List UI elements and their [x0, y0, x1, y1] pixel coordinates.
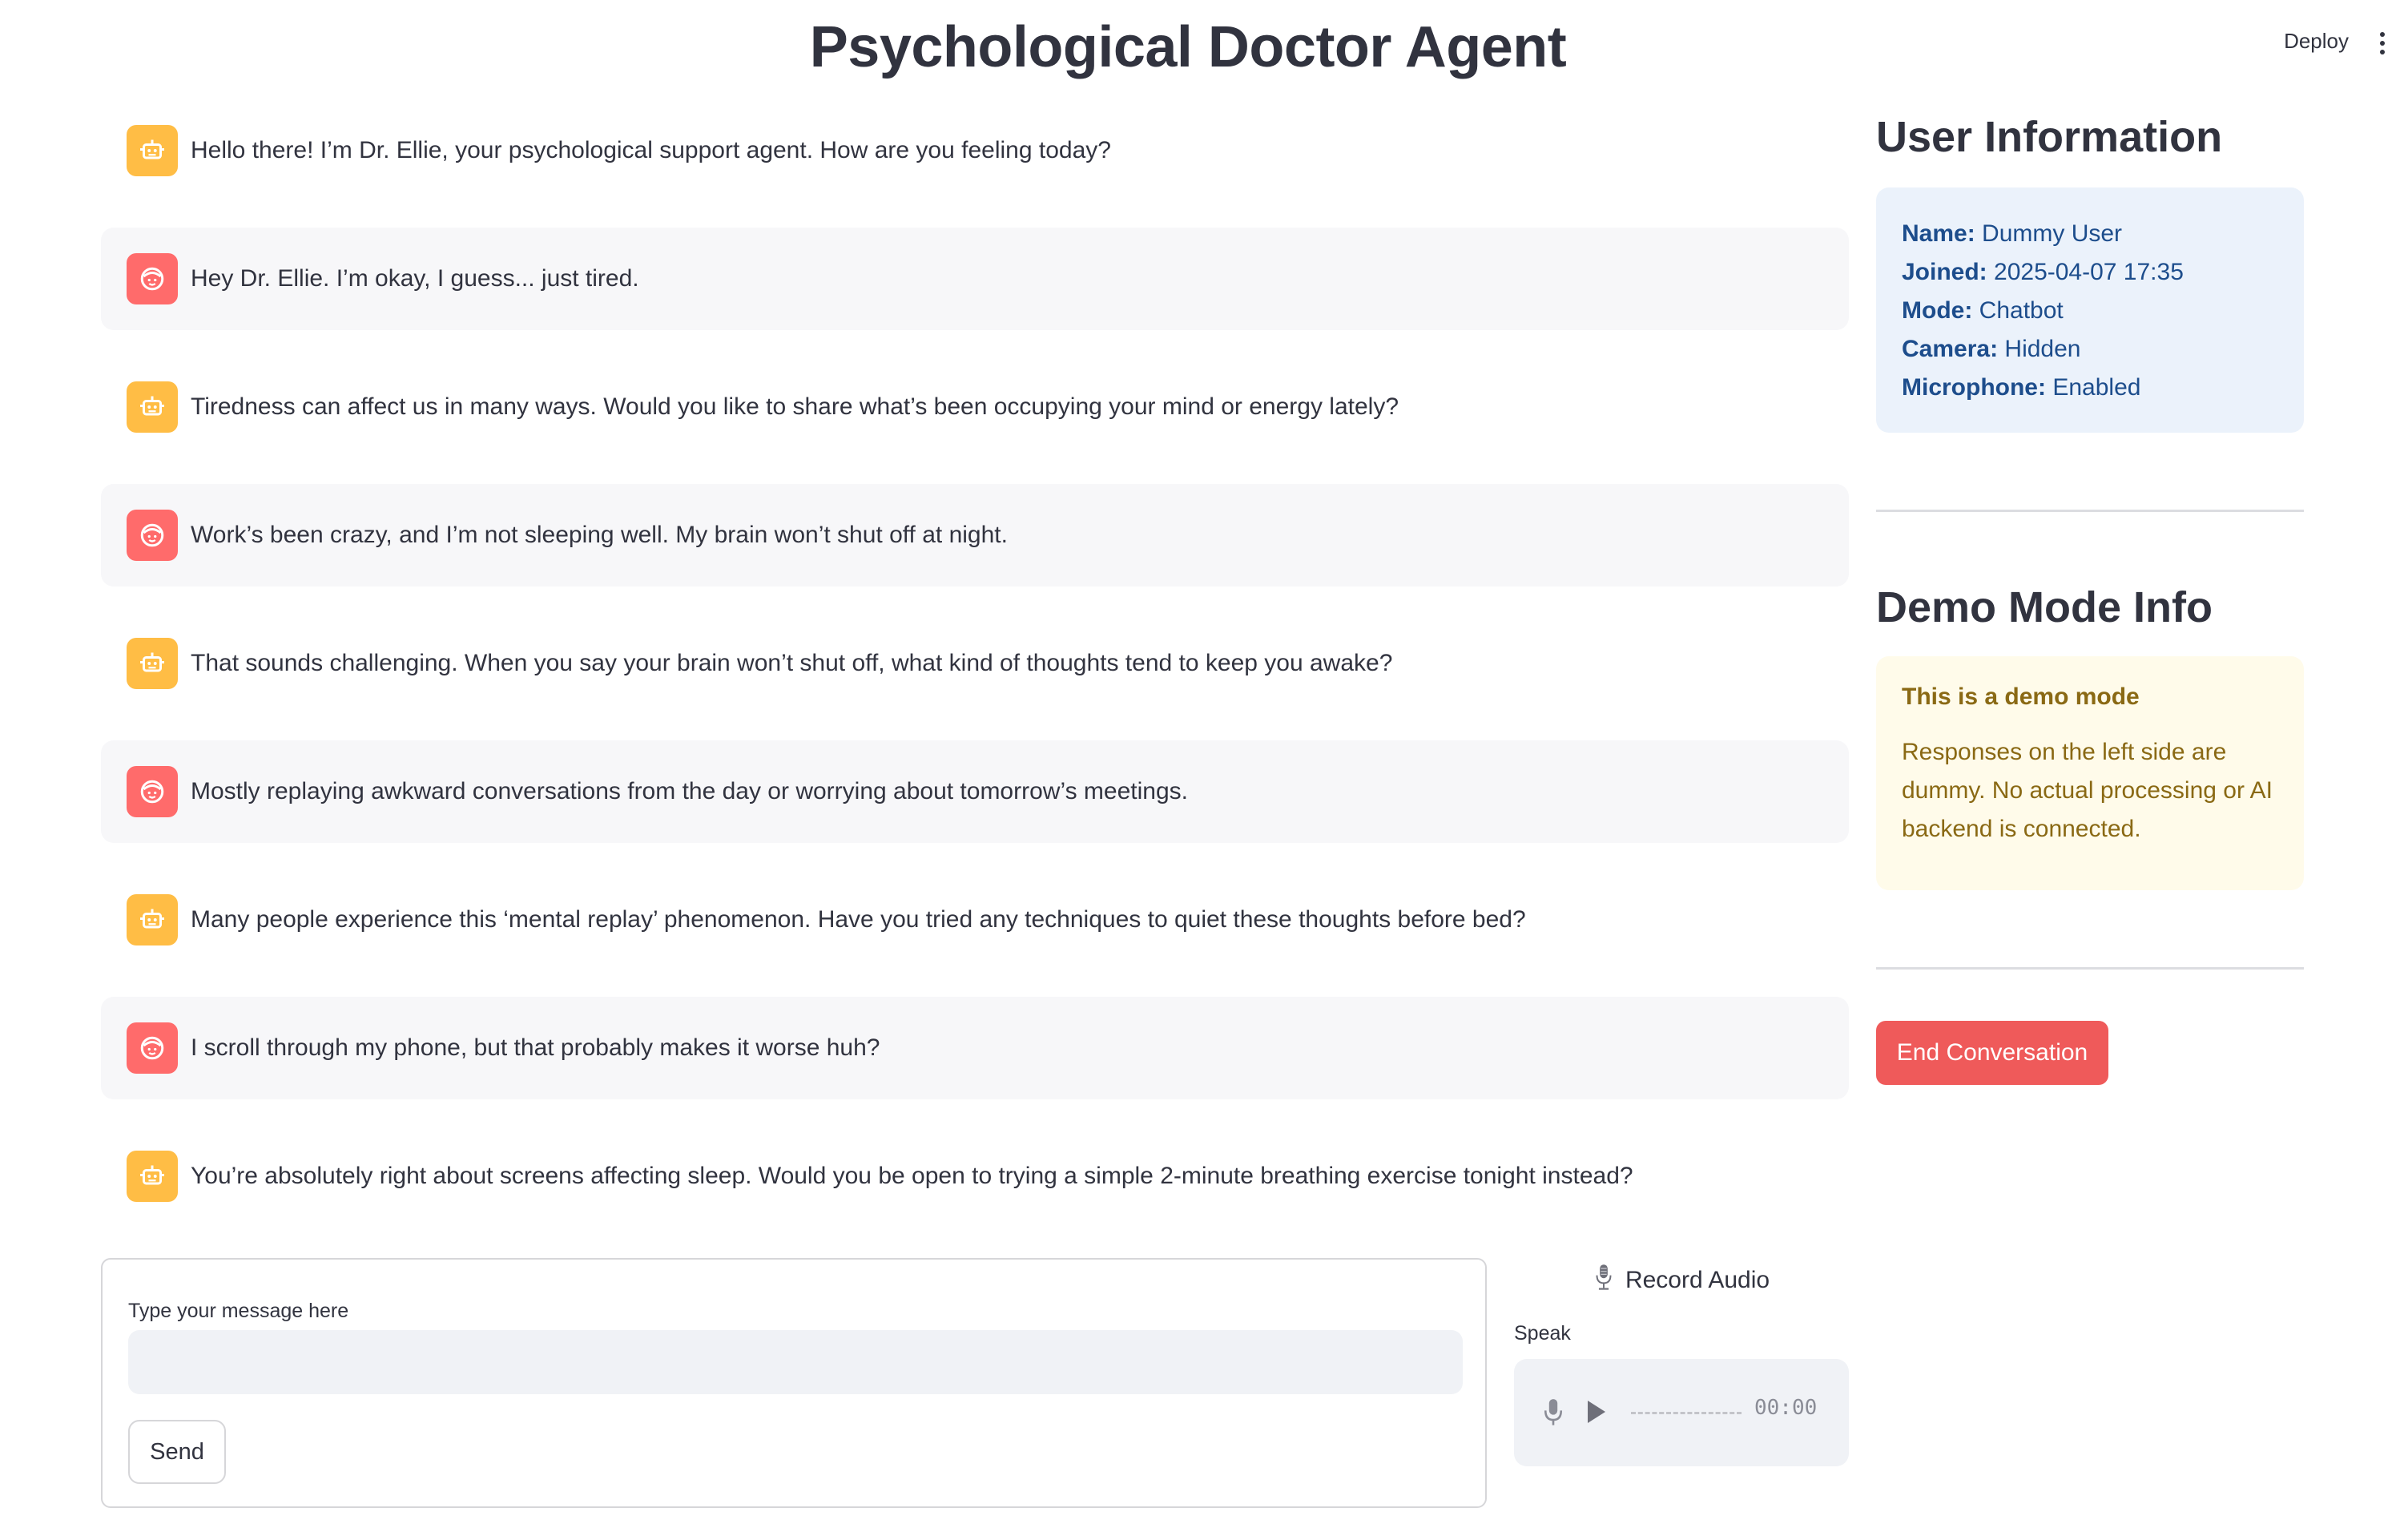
user-face-icon	[127, 1022, 178, 1074]
sidebar: User Information Name: Dummy User Joined…	[1876, 112, 2304, 1085]
message-text: Many people experience this ‘mental repl…	[191, 906, 1526, 933]
demo-text: Responses on the left side are dummy. No…	[1902, 739, 2273, 842]
robot-face-icon	[127, 894, 178, 945]
user-info-mode: Mode: Chatbot	[1902, 297, 2064, 324]
message-text: Hello there! I’m Dr. Ellie, your psychol…	[191, 137, 1111, 163]
message-text: I scroll through my phone, but that prob…	[191, 1034, 880, 1061]
robot-face-icon	[127, 1151, 178, 1202]
message-text: Tiredness can affect us in many ways. Wo…	[191, 393, 1399, 420]
record-audio-label: Record Audio	[1625, 1267, 1770, 1293]
audio-timer: 00:00	[1754, 1396, 1818, 1420]
play-icon[interactable]	[1588, 1401, 1605, 1423]
record-audio-header: Record Audio	[1514, 1261, 1849, 1300]
user-face-icon	[127, 253, 178, 304]
chat-message-user: Work’s been crazy, and I’m not sleeping …	[101, 484, 1849, 587]
divider	[1876, 510, 2304, 512]
page-title: Psychological Doctor Agent	[809, 15, 1567, 79]
chat-message-assistant: That sounds challenging. When you say yo…	[101, 612, 1849, 715]
speak-label: Speak	[1514, 1322, 1571, 1345]
chat-message-assistant: Many people experience this ‘mental repl…	[101, 869, 1849, 971]
user-info-name: Name: Dummy User	[1902, 220, 2123, 247]
deploy-button[interactable]: Deploy	[2284, 29, 2349, 54]
robot-face-icon	[127, 125, 178, 176]
audio-waveform	[1631, 1412, 1742, 1414]
user-info-joined: Joined: 2025-04-07 17:35	[1902, 259, 2184, 285]
chat-message-user: I scroll through my phone, but that prob…	[101, 997, 1849, 1099]
microphone-icon[interactable]	[1543, 1397, 1564, 1432]
chat-message-assistant: Hello there! I’m Dr. Ellie, your psychol…	[101, 99, 1849, 202]
message-text: Work’s been crazy, and I’m not sleeping …	[191, 522, 1008, 548]
message-form: Type your message here Send	[101, 1258, 1487, 1508]
message-text: Hey Dr. Ellie. I’m okay, I guess... just…	[191, 265, 639, 292]
user-info-heading: User Information	[1876, 113, 2223, 161]
demo-title: This is a demo mode	[1902, 683, 2140, 710]
chat-message-assistant: You’re absolutely right about screens af…	[101, 1125, 1849, 1228]
user-info-camera: Camera: Hidden	[1902, 336, 2081, 362]
top-bar: Psychological Doctor Agent Deploy	[0, 0, 2408, 96]
robot-face-icon	[127, 638, 178, 689]
demo-warning-box: This is a demo mode Responses on the lef…	[1876, 656, 2304, 890]
user-info-box: Name: Dummy User Joined: 2025-04-07 17:3…	[1876, 187, 2304, 433]
message-input[interactable]	[128, 1330, 1463, 1394]
user-info-microphone: Microphone: Enabled	[1902, 374, 2141, 401]
chat-message-user: Mostly replaying awkward conversations f…	[101, 740, 1849, 843]
robot-face-icon	[127, 381, 178, 433]
message-text: Mostly replaying awkward conversations f…	[191, 778, 1188, 804]
demo-info-heading: Demo Mode Info	[1876, 583, 2213, 631]
end-conversation-button[interactable]: End Conversation	[1876, 1021, 2108, 1085]
chat-message-user: Hey Dr. Ellie. I’m okay, I guess... just…	[101, 228, 1849, 330]
send-button[interactable]: Send	[128, 1420, 226, 1484]
message-input-label: Type your message here	[128, 1300, 349, 1322]
audio-recorder: 00:00	[1514, 1359, 1849, 1466]
message-text: That sounds challenging. When you say yo…	[191, 650, 1393, 676]
user-face-icon	[127, 766, 178, 817]
divider	[1876, 967, 2304, 970]
studio-microphone-icon	[1593, 1264, 1614, 1297]
message-text: You’re absolutely right about screens af…	[191, 1163, 1633, 1189]
user-face-icon	[127, 510, 178, 561]
chat-message-assistant: Tiredness can affect us in many ways. Wo…	[101, 356, 1849, 458]
chat-history: Hello there! I’m Dr. Ellie, your psychol…	[101, 99, 1849, 1253]
kebab-menu-icon[interactable]	[2371, 29, 2394, 58]
